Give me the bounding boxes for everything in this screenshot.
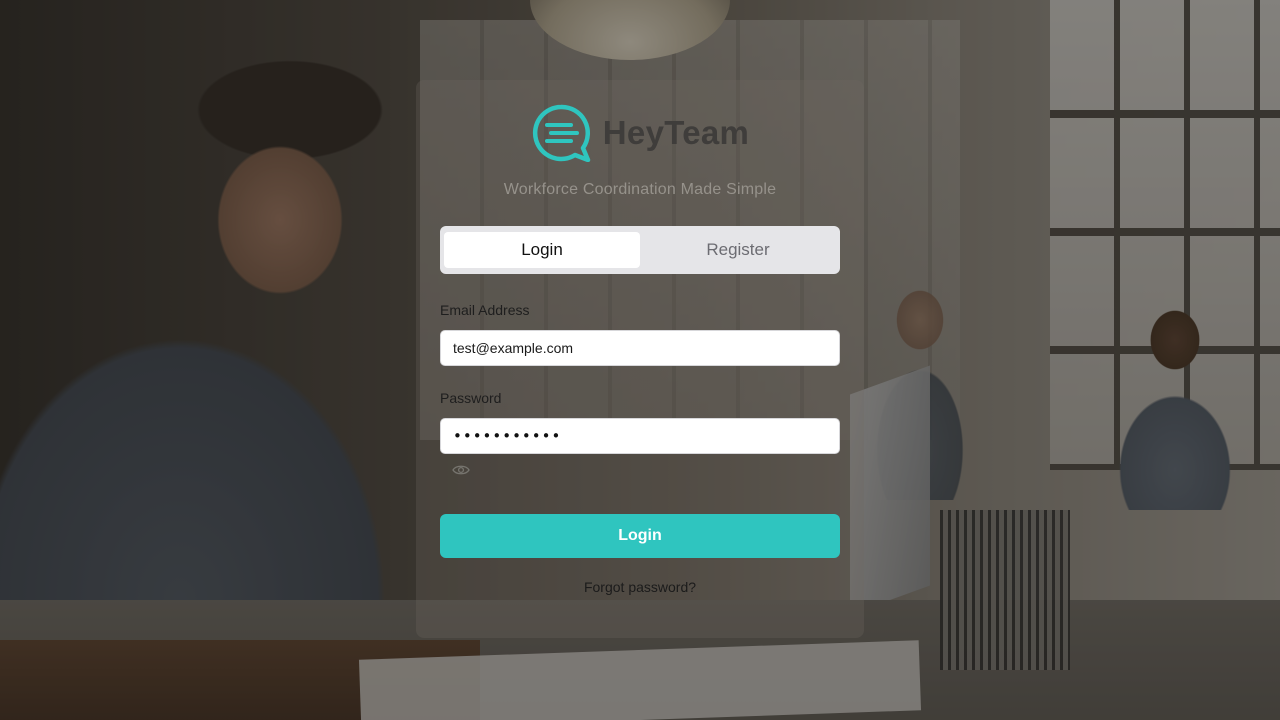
password-field[interactable]: ••••••••••• <box>440 418 840 454</box>
password-label: Password <box>440 390 502 406</box>
chat-bubble-icon <box>532 104 591 162</box>
email-field[interactable] <box>440 330 840 366</box>
tagline: Workforce Coordination Made Simple <box>503 181 777 198</box>
brand-name: HeyTeam <box>602 114 750 151</box>
login-button[interactable]: Login <box>440 514 840 558</box>
tab-register[interactable]: Register <box>640 232 836 268</box>
password-input[interactable]: ••••••••••• <box>453 427 561 445</box>
auth-tabs: Login Register <box>440 226 840 274</box>
brand-header: HeyTeam <box>0 104 1280 162</box>
email-label: Email Address <box>440 302 530 318</box>
forgot-password-link[interactable]: Forgot password? <box>0 579 1280 595</box>
eye-icon[interactable] <box>452 463 470 477</box>
email-input[interactable] <box>453 340 827 356</box>
tab-login[interactable]: Login <box>444 232 640 268</box>
